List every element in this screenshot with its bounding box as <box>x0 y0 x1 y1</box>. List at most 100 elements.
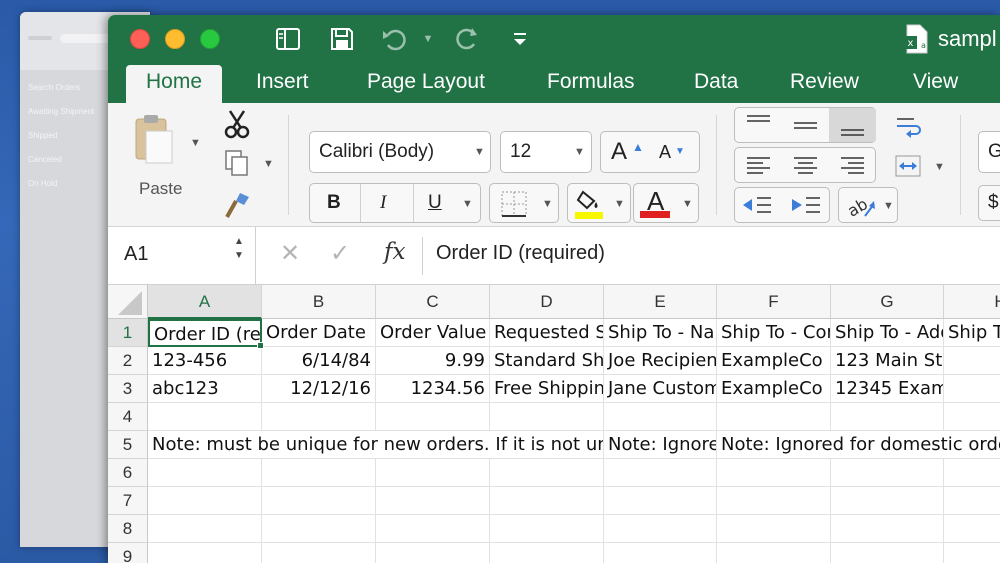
column-header-f[interactable]: F <box>717 285 831 319</box>
align-middle-icon[interactable] <box>782 108 829 142</box>
column-header-c[interactable]: C <box>376 285 490 319</box>
column-header-h[interactable]: H <box>944 285 1000 319</box>
tab-page-layout[interactable]: Page Layout <box>367 65 485 103</box>
fill-handle[interactable] <box>257 342 264 349</box>
cell-b6[interactable] <box>262 459 376 487</box>
align-top-icon[interactable] <box>735 108 782 142</box>
tab-review[interactable]: Review <box>790 65 859 103</box>
paste-dropdown-icon[interactable]: ▼ <box>190 137 201 149</box>
cell-g6[interactable] <box>831 459 944 487</box>
cell-e7[interactable] <box>604 487 717 515</box>
cell-d4[interactable] <box>490 403 604 431</box>
cell-a3[interactable]: abc123 <box>148 375 262 403</box>
row-header-1[interactable]: 1 <box>108 319 148 347</box>
align-center-icon[interactable] <box>782 148 829 182</box>
name-box[interactable]: A1 ▲ ▼ <box>108 227 256 285</box>
cell-g8[interactable] <box>831 515 944 543</box>
cell-a8[interactable] <box>148 515 262 543</box>
grow-font-button[interactable]: A <box>611 138 627 166</box>
cell-d9[interactable] <box>490 543 604 563</box>
cell-c8[interactable] <box>376 515 490 543</box>
cell-e9[interactable] <box>604 543 717 563</box>
cell-g1[interactable]: Ship To - Address 1 <box>831 319 944 347</box>
tab-home[interactable]: Home <box>126 65 223 105</box>
cell-f6[interactable] <box>717 459 831 487</box>
cell-f8[interactable] <box>717 515 831 543</box>
cell-c6[interactable] <box>376 459 490 487</box>
cell-g3[interactable]: 12345 Example Way <box>831 375 944 403</box>
copy-icon[interactable] <box>224 149 250 177</box>
cell-h4[interactable] <box>944 403 1000 431</box>
cell-f3[interactable]: ExampleCo <box>717 375 831 403</box>
cell-a9[interactable] <box>148 543 262 563</box>
currency-button[interactable]: $ <box>978 185 1000 221</box>
cell-b4[interactable] <box>262 403 376 431</box>
cell-d3[interactable]: Free Shipping <box>490 375 604 403</box>
cell-h8[interactable] <box>944 515 1000 543</box>
cell-a5[interactable]: Note: must be unique for new orders. If … <box>148 431 604 459</box>
cell-f1[interactable]: Ship To - Company <box>717 319 831 347</box>
cell-g9[interactable] <box>831 543 944 563</box>
align-bottom-icon[interactable] <box>829 108 876 142</box>
column-header-g[interactable]: G <box>831 285 944 319</box>
minimize-window-button[interactable] <box>165 29 185 49</box>
cut-icon[interactable] <box>224 109 250 139</box>
cell-g4[interactable] <box>831 403 944 431</box>
cell-a6[interactable] <box>148 459 262 487</box>
cancel-icon[interactable]: ✕ <box>280 239 300 268</box>
formula-input[interactable]: Order ID (required) <box>436 242 605 265</box>
name-box-stepper-icon[interactable]: ▲ ▼ <box>234 235 244 263</box>
cell-h1[interactable]: Ship To <box>944 319 1000 347</box>
cell-e4[interactable] <box>604 403 717 431</box>
tab-data[interactable]: Data <box>694 65 738 103</box>
cell-h9[interactable] <box>944 543 1000 563</box>
paste-icon[interactable] <box>132 113 176 167</box>
copy-dropdown-icon[interactable]: ▼ <box>263 158 274 170</box>
cell-a1[interactable]: Order ID (required) <box>148 319 262 347</box>
underline-button[interactable]: U <box>428 192 442 214</box>
shrink-font-button[interactable]: A <box>659 142 671 163</box>
number-format-select[interactable]: G <box>978 131 1000 173</box>
cell-g2[interactable]: 123 Main Street <box>831 347 944 375</box>
undo-dropdown-icon[interactable]: ▼ <box>414 25 442 53</box>
decrease-indent-icon[interactable] <box>735 188 782 222</box>
cell-g7[interactable] <box>831 487 944 515</box>
cell-d2[interactable]: Standard Shipping <box>490 347 604 375</box>
row-header-7[interactable]: 7 <box>108 487 148 515</box>
cell-f4[interactable] <box>717 403 831 431</box>
cell-h2[interactable] <box>944 347 1000 375</box>
cell-h6[interactable] <box>944 459 1000 487</box>
cell-f7[interactable] <box>717 487 831 515</box>
borders-button[interactable]: ▼ <box>489 183 559 223</box>
insert-function-icon[interactable]: fx <box>384 239 405 265</box>
cell-d1[interactable]: Requested Service <box>490 319 604 347</box>
format-painter-icon[interactable] <box>222 191 252 219</box>
cell-e8[interactable] <box>604 515 717 543</box>
tab-formulas[interactable]: Formulas <box>547 65 635 103</box>
cell-b8[interactable] <box>262 515 376 543</box>
italic-button[interactable]: I <box>380 192 386 214</box>
select-all-button[interactable] <box>108 285 148 319</box>
row-header-8[interactable]: 8 <box>108 515 148 543</box>
row-header-5[interactable]: 5 <box>108 431 148 459</box>
cell-f9[interactable] <box>717 543 831 563</box>
cell-d8[interactable] <box>490 515 604 543</box>
increase-indent-icon[interactable] <box>782 188 829 222</box>
cell-f2[interactable]: ExampleCo <box>717 347 831 375</box>
column-header-d[interactable]: D <box>490 285 604 319</box>
row-header-4[interactable]: 4 <box>108 403 148 431</box>
align-right-icon[interactable] <box>829 148 876 182</box>
font-size-select[interactable]: 12 ▼ <box>500 131 592 173</box>
enter-icon[interactable]: ✓ <box>330 239 350 268</box>
row-header-6[interactable]: 6 <box>108 459 148 487</box>
row-header-3[interactable]: 3 <box>108 375 148 403</box>
spreadsheet-grid[interactable]: A B C D E F G H 1 2 3 4 5 6 7 8 9 Order … <box>108 285 1000 563</box>
cell-h7[interactable] <box>944 487 1000 515</box>
fill-color-button[interactable]: ▼ <box>567 183 631 223</box>
redo-icon[interactable] <box>454 25 482 53</box>
underline-dropdown-icon[interactable]: ▼ <box>462 198 473 210</box>
cell-e3[interactable]: Jane Customer <box>604 375 717 403</box>
cell-b3[interactable]: 12/12/16 <box>262 375 376 403</box>
merge-dropdown-icon[interactable]: ▼ <box>934 161 945 173</box>
row-header-2[interactable]: 2 <box>108 347 148 375</box>
